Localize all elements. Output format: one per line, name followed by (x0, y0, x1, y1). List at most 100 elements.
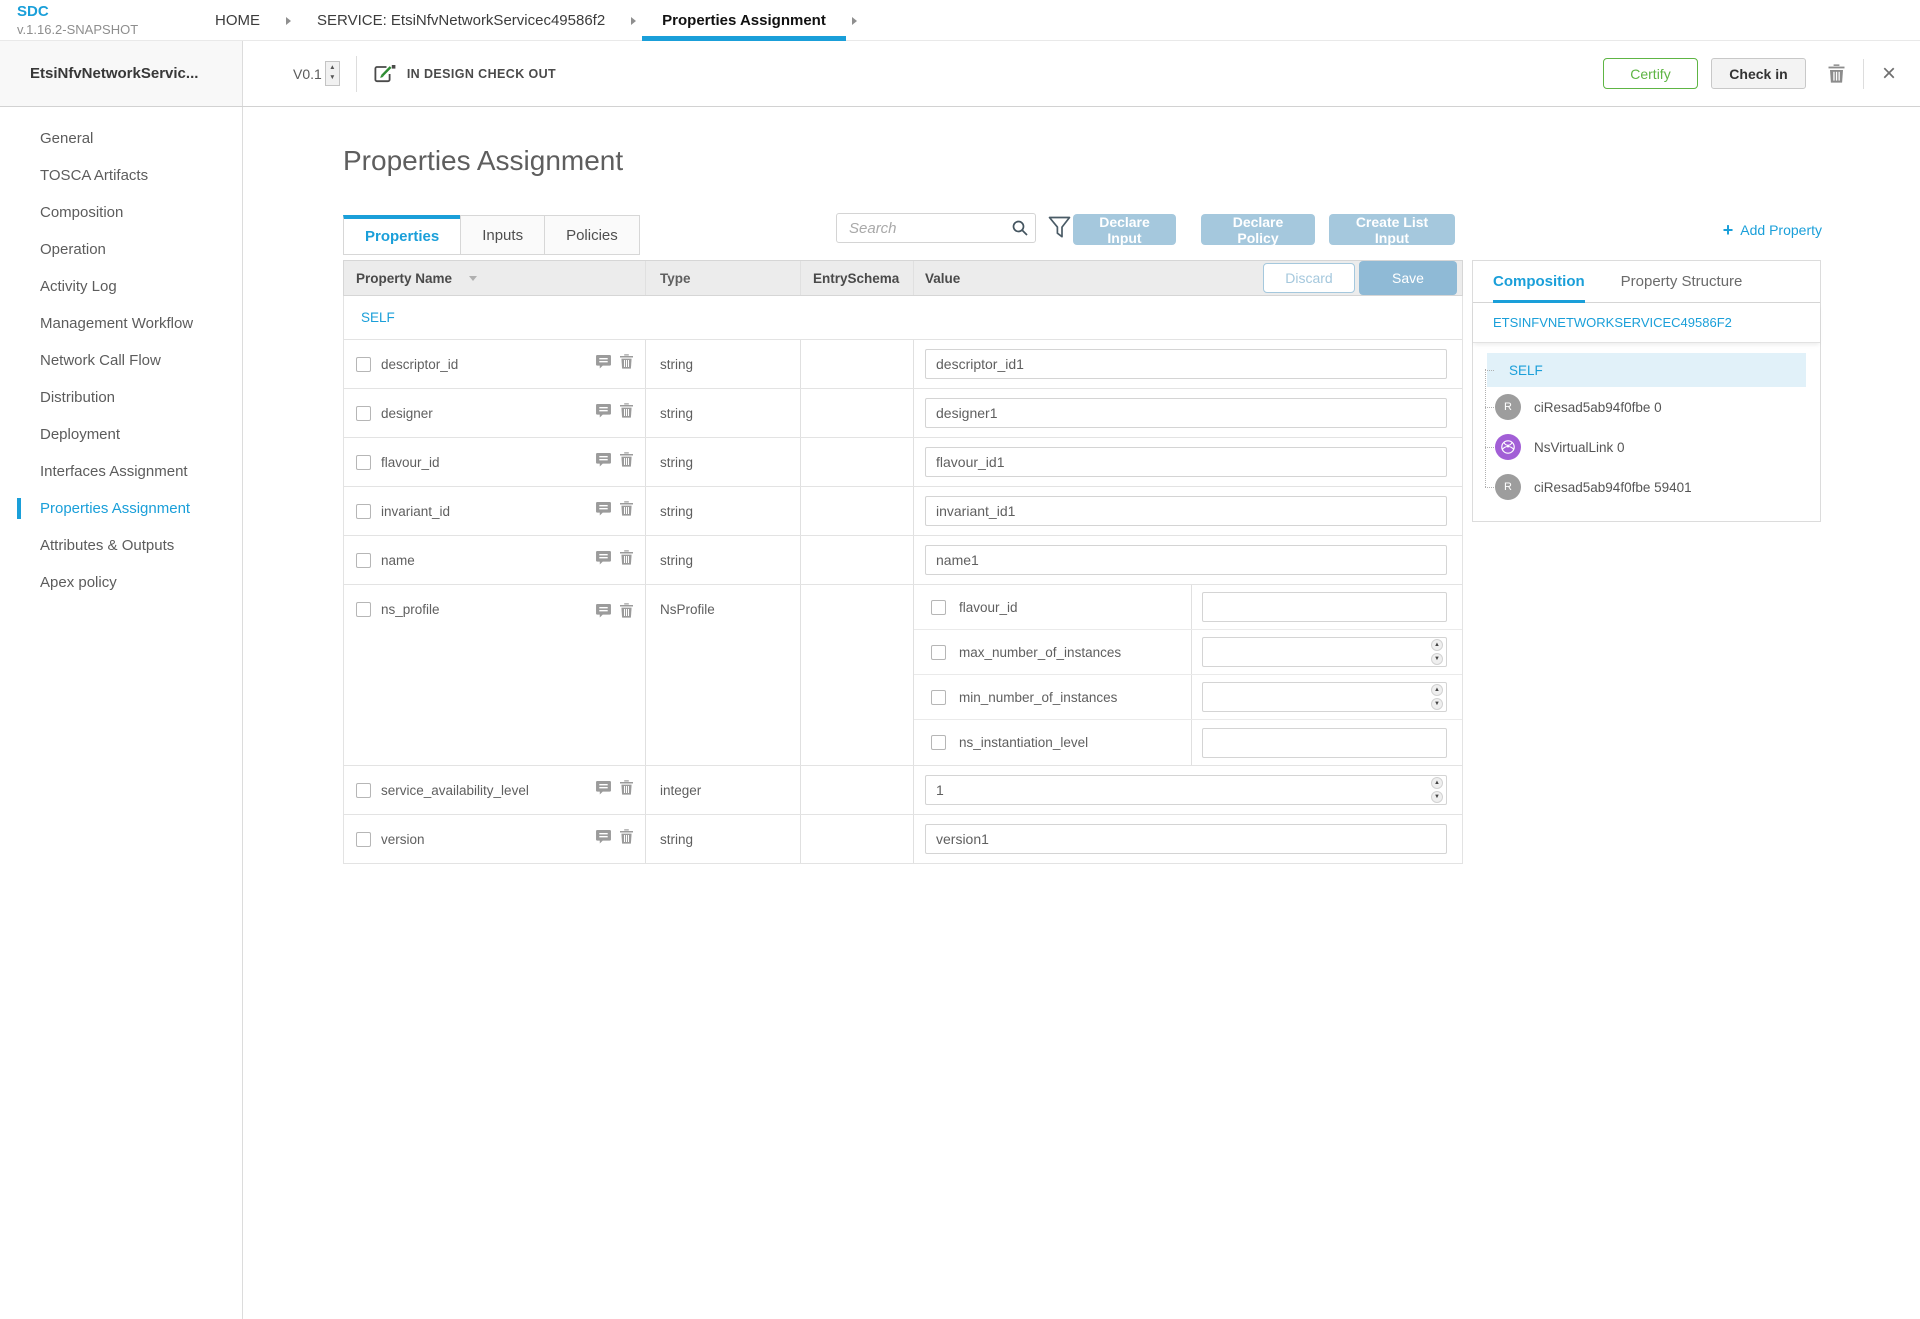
value-input[interactable] (1202, 637, 1447, 667)
delete-property-icon[interactable] (620, 550, 633, 570)
comment-icon[interactable] (596, 604, 611, 623)
composition-tree: SELF R ciResad5ab94f0fbe 0 NsVirtualLink… (1473, 343, 1820, 521)
sidebar-item-management-workflow[interactable]: Management Workflow (0, 305, 242, 342)
sidebar-item-properties-assignment[interactable]: Properties Assignment (0, 490, 242, 527)
close-icon[interactable]: × (1882, 62, 1896, 86)
sidebar-item-tosca-artifacts[interactable]: TOSCA Artifacts (0, 157, 242, 194)
number-spinner-icon[interactable]: ▲▼ (1431, 777, 1443, 803)
column-header-property-name[interactable]: Property Name (344, 261, 646, 295)
row-checkbox[interactable] (356, 783, 371, 798)
row-checkbox[interactable] (356, 553, 371, 568)
value-input[interactable] (925, 349, 1447, 379)
app-name: SDC (17, 3, 138, 22)
number-spinner-icon[interactable]: ▲▼ (1431, 639, 1443, 665)
delete-property-icon[interactable] (620, 501, 633, 521)
breadcrumb-service[interactable]: SERVICE: EtsiNfvNetworkServicec49586f2 (317, 0, 605, 41)
row-checkbox[interactable] (356, 357, 371, 372)
sidebar-item-deployment[interactable]: Deployment (0, 416, 242, 453)
comment-icon[interactable] (596, 453, 611, 472)
breadcrumb-current[interactable]: Properties Assignment (662, 0, 826, 41)
discard-button[interactable]: Discard (1263, 263, 1355, 293)
row-checkbox[interactable] (931, 735, 946, 750)
tab-policies[interactable]: Policies (544, 215, 640, 255)
tree-node-virtual-link[interactable]: NsVirtualLink 0 (1487, 427, 1806, 467)
sidebar-item-interfaces-assignment[interactable]: Interfaces Assignment (0, 453, 242, 490)
comment-icon[interactable] (596, 781, 611, 800)
row-checkbox[interactable] (931, 600, 946, 615)
delete-property-icon[interactable] (620, 452, 633, 472)
filter-icon[interactable] (1048, 216, 1071, 246)
breadcrumb-arrow-icon (852, 17, 857, 25)
row-checkbox[interactable] (356, 504, 371, 519)
property-tabs: Properties Inputs Policies (343, 215, 640, 255)
version-spinner-icon[interactable]: ▲▼ (325, 61, 340, 86)
tree-node-self[interactable]: SELF (1487, 353, 1806, 387)
tab-inputs[interactable]: Inputs (460, 215, 545, 255)
sub-property-row: flavour_id (914, 585, 1462, 630)
sidebar-item-distribution[interactable]: Distribution (0, 379, 242, 416)
row-checkbox[interactable] (356, 832, 371, 847)
checkin-button[interactable]: Check in (1711, 58, 1806, 89)
sidebar-item-network-call-flow[interactable]: Network Call Flow (0, 342, 242, 379)
comment-icon[interactable] (596, 355, 611, 374)
row-checkbox[interactable] (356, 602, 371, 617)
row-checkbox[interactable] (356, 455, 371, 470)
tree-node-resource[interactable]: R ciResad5ab94f0fbe 0 (1487, 387, 1806, 427)
value-input[interactable] (925, 545, 1447, 575)
property-name: name (381, 553, 415, 568)
value-input[interactable] (925, 447, 1447, 477)
self-group-row[interactable]: SELF (343, 296, 1463, 340)
entry-schema-cell (801, 487, 914, 535)
declare-input-button[interactable]: Declare Input (1073, 214, 1176, 245)
save-button[interactable]: Save (1359, 261, 1457, 295)
delete-property-icon[interactable] (620, 603, 633, 623)
value-input[interactable] (1202, 728, 1447, 758)
comment-icon[interactable] (596, 404, 611, 423)
value-input[interactable] (925, 496, 1447, 526)
tree-node-resource[interactable]: R ciResad5ab94f0fbe 59401 (1487, 467, 1806, 507)
tab-property-structure[interactable]: Property Structure (1621, 261, 1743, 302)
value-input[interactable] (925, 824, 1447, 854)
sidebar-item-apex-policy[interactable]: Apex policy (0, 564, 242, 601)
sidebar-item-general[interactable]: General (0, 120, 242, 157)
comment-icon[interactable] (596, 551, 611, 570)
number-spinner-icon[interactable]: ▲▼ (1431, 684, 1443, 710)
delete-property-icon[interactable] (620, 354, 633, 374)
sidebar-item-operation[interactable]: Operation (0, 231, 242, 268)
add-property-button[interactable]: + Add Property (1723, 221, 1822, 239)
sdc-logo[interactable]: SDC v.1.16.2-SNAPSHOT (17, 3, 138, 38)
table-row: version string (343, 815, 1463, 864)
row-checkbox[interactable] (931, 690, 946, 705)
table-row-complex: ns_profile NsProfile flavour_id (343, 585, 1463, 766)
checkout-icon (373, 64, 397, 84)
create-list-input-button[interactable]: Create List Input (1329, 214, 1455, 245)
sidebar: General TOSCA Artifacts Composition Oper… (0, 107, 243, 1319)
tab-composition[interactable]: Composition (1493, 261, 1585, 302)
value-input[interactable] (925, 775, 1447, 805)
sidebar-item-activity-log[interactable]: Activity Log (0, 268, 242, 305)
version-selector[interactable]: V0.1 ▲▼ (293, 61, 340, 86)
delete-property-icon[interactable] (620, 829, 633, 849)
service-name-link[interactable]: ETSINFVNETWORKSERVICEC49586F2 (1473, 303, 1820, 343)
row-checkbox[interactable] (931, 645, 946, 660)
comment-icon[interactable] (596, 502, 611, 521)
version-label: V0.1 (293, 66, 322, 82)
declare-policy-button[interactable]: Declare Policy (1201, 214, 1315, 245)
value-input[interactable] (1202, 682, 1447, 712)
delete-property-icon[interactable] (620, 780, 633, 800)
tab-properties[interactable]: Properties (343, 215, 461, 255)
delete-service-icon[interactable] (1828, 64, 1845, 83)
row-checkbox[interactable] (356, 406, 371, 421)
value-input[interactable] (925, 398, 1447, 428)
comment-icon[interactable] (596, 830, 611, 849)
value-input[interactable] (1202, 592, 1447, 622)
sidebar-item-composition[interactable]: Composition (0, 194, 242, 231)
search-input[interactable] (836, 213, 1036, 243)
page-title: Properties Assignment (343, 145, 623, 177)
certify-button[interactable]: Certify (1603, 58, 1698, 89)
property-type: string (646, 389, 801, 437)
sidebar-item-attributes-outputs[interactable]: Attributes & Outputs (0, 527, 242, 564)
sub-property-name: min_number_of_instances (959, 690, 1117, 705)
delete-property-icon[interactable] (620, 403, 633, 423)
breadcrumb-home[interactable]: HOME (215, 0, 260, 41)
